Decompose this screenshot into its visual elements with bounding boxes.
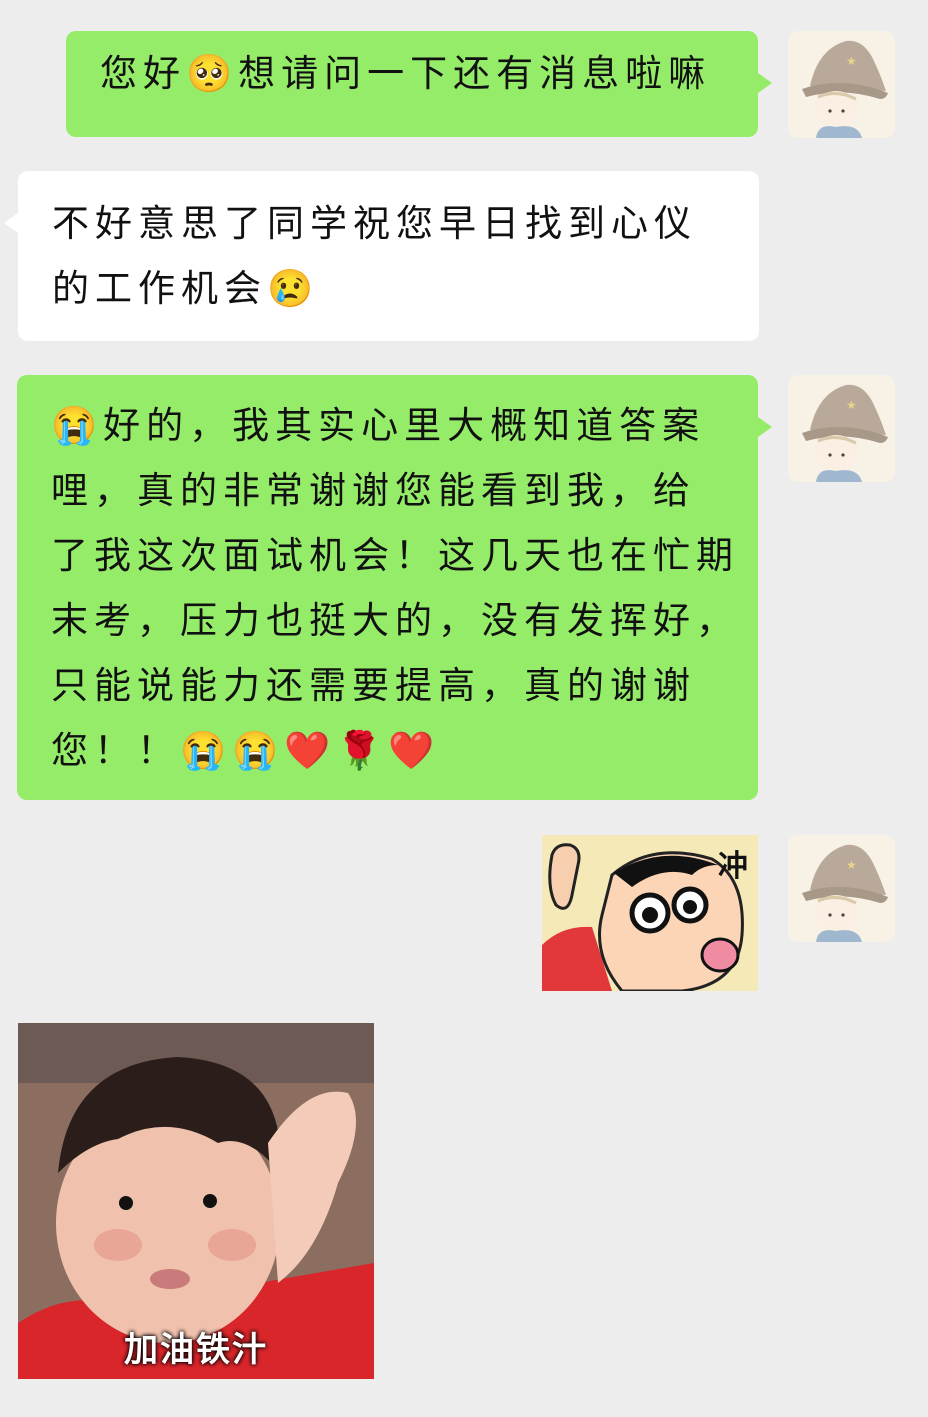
sticker-crayon-shin-chan[interactable]: 冲 — [542, 835, 758, 991]
message-bubble-sent[interactable]: 😭好的，我其实心里大概知道答案 哩，真的非常谢谢您能看到我，给 了我这次面试机会… — [17, 375, 772, 800]
avatar-illustration-icon: ★ — [788, 835, 895, 942]
message-bubble-sent[interactable]: 您好🥺想请问一下还有消息啦嘛 — [66, 31, 772, 137]
avatar[interactable]: ★ — [788, 31, 895, 138]
message-text-line: 的工作机会😢 — [52, 267, 320, 310]
svg-text:★: ★ — [846, 858, 857, 872]
message-text-line: 只能说能力还需要提高，真的谢谢 — [51, 664, 696, 707]
avatar[interactable]: ★ — [788, 835, 895, 942]
svg-text:★: ★ — [846, 398, 857, 412]
svg-text:★: ★ — [846, 54, 857, 68]
sticker-baby-cheer[interactable]: 加油铁汁 — [18, 1023, 374, 1379]
message-text-line: 了我这次面试机会！这几天也在忙期 — [51, 534, 739, 577]
message-text-line: 哩，真的非常谢谢您能看到我，给 — [51, 469, 696, 512]
avatar-illustration-icon: ★ — [788, 31, 895, 138]
sticker-caption: 加油铁汁 — [124, 1330, 268, 1370]
message-text: 您好🥺想请问一下还有消息啦嘛 — [100, 52, 712, 95]
message-text-line: 不好意思了同学祝您早日找到心仪 — [52, 202, 697, 245]
avatar-illustration-icon: ★ — [788, 375, 895, 482]
avatar[interactable]: ★ — [788, 375, 895, 482]
message-bubble-received[interactable]: 不好意思了同学祝您早日找到心仪 的工作机会😢 — [4, 171, 759, 341]
message-text-line: 您！！😭😭❤️🌹❤️ — [51, 729, 441, 772]
message-text-line: 末考，压力也挺大的，没有发挥好， — [51, 599, 739, 642]
message-text-line: 😭好的，我其实心里大概知道答案 — [51, 404, 706, 447]
sticker-text: 冲 — [718, 849, 748, 884]
